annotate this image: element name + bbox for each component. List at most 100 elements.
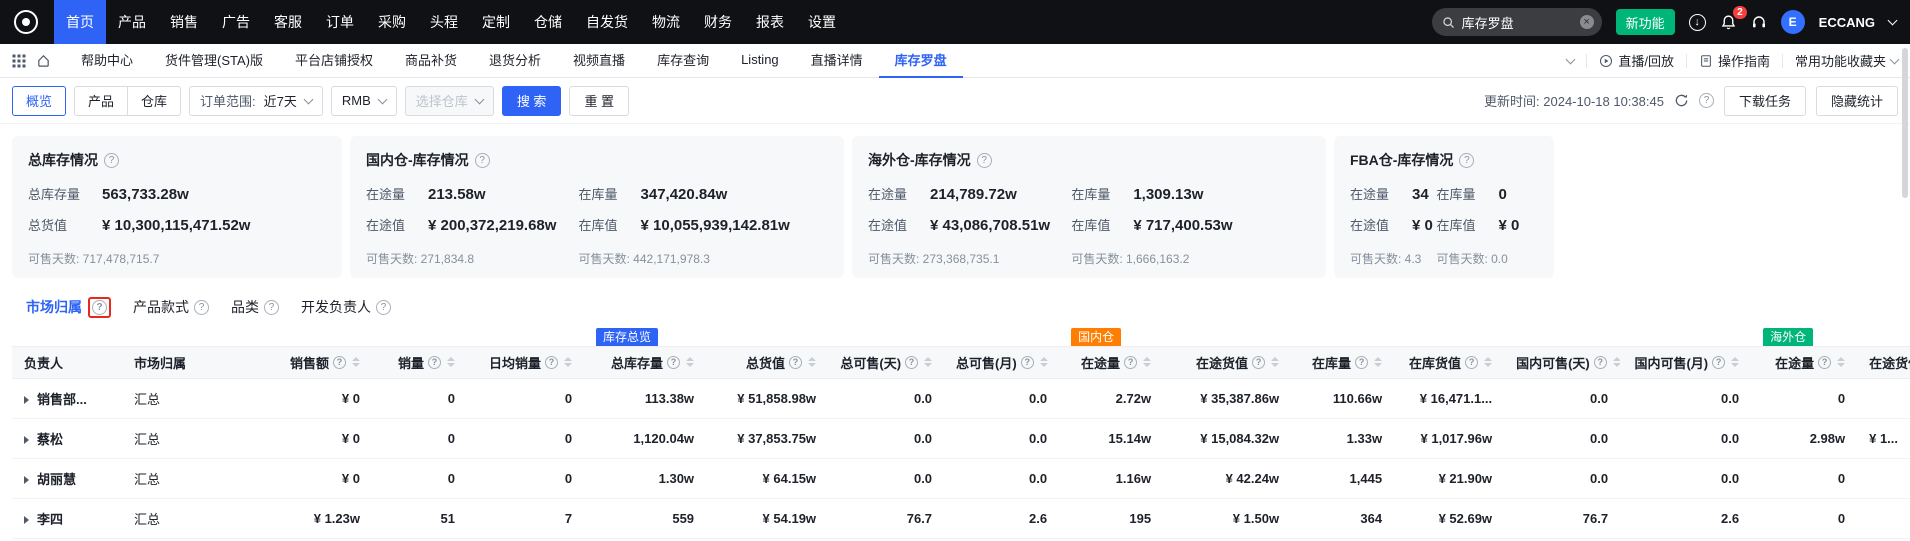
column-header[interactable]: 总库存量? <box>584 346 706 378</box>
sort-icons[interactable] <box>1613 357 1620 367</box>
sort-icons[interactable] <box>1374 357 1382 367</box>
workspace-tab[interactable]: 平台店铺授权 <box>279 44 389 78</box>
sort-icons[interactable] <box>352 357 360 367</box>
help-icon[interactable]: ? <box>1021 356 1034 369</box>
column-header[interactable]: 销售额? <box>252 346 372 378</box>
sort-asc-icon[interactable] <box>686 357 694 361</box>
help-icon[interactable]: ? <box>475 153 490 168</box>
help-icon[interactable]: ? <box>104 153 119 168</box>
sort-icons[interactable] <box>447 357 455 367</box>
nav-item[interactable]: 销售 <box>158 0 210 44</box>
expand-row-icon[interactable] <box>24 476 29 484</box>
column-header[interactable]: 市场归属 <box>122 346 252 378</box>
nav-item[interactable]: 物流 <box>640 0 692 44</box>
workspace-tab[interactable]: 退货分析 <box>473 44 557 78</box>
sort-desc-icon[interactable] <box>1484 363 1492 367</box>
collapse-tabs-icon[interactable] <box>1566 54 1576 64</box>
hide-stats-button[interactable]: 隐藏统计 <box>1816 86 1898 116</box>
nav-item[interactable]: 定制 <box>470 0 522 44</box>
help-icon[interactable]: ? <box>1465 356 1478 369</box>
column-header[interactable]: 在途量? <box>1751 346 1857 378</box>
search-button[interactable]: 搜 索 <box>502 86 562 116</box>
dimension-tab[interactable]: 市场归属? <box>26 297 111 318</box>
sort-asc-icon[interactable] <box>1837 357 1845 361</box>
column-header[interactable]: 在途量? <box>1059 346 1163 378</box>
sort-icons[interactable] <box>1731 357 1739 367</box>
currency-select[interactable]: RMB <box>331 86 397 116</box>
help-icon[interactable]: ? <box>1355 356 1368 369</box>
expand-row-icon[interactable] <box>24 396 29 404</box>
sort-icons[interactable] <box>1837 357 1845 367</box>
sort-asc-icon[interactable] <box>1613 357 1620 361</box>
help-icon[interactable]: ? <box>789 356 802 369</box>
user-avatar[interactable]: E <box>1781 10 1805 34</box>
sort-asc-icon[interactable] <box>447 357 455 361</box>
help-icon[interactable]: ? <box>1818 356 1831 369</box>
help-icon[interactable]: ? <box>376 300 391 315</box>
help-icon[interactable]: ? <box>1699 93 1714 108</box>
column-header[interactable]: 国内可售(天)? <box>1504 346 1620 378</box>
sort-icons[interactable] <box>564 357 572 367</box>
nav-item[interactable]: 产品 <box>106 0 158 44</box>
column-header[interactable]: 负责人 <box>12 346 122 378</box>
sort-desc-icon[interactable] <box>808 363 816 367</box>
help-icon[interactable]: ? <box>545 356 558 369</box>
sort-desc-icon[interactable] <box>1837 363 1845 367</box>
sort-asc-icon[interactable] <box>1271 357 1279 361</box>
view-button[interactable]: 概览 <box>12 86 66 116</box>
workspace-tab[interactable]: 商品补货 <box>389 44 473 78</box>
workspace-tab[interactable]: 货件管理(STA)版 <box>149 44 279 78</box>
nav-item[interactable]: 仓储 <box>522 0 574 44</box>
sort-icons[interactable] <box>1271 357 1279 367</box>
workspace-tab[interactable]: 直播详情 <box>795 44 879 78</box>
order-range-select[interactable]: 订单范围: 近7天 <box>189 86 323 116</box>
live-replay-link[interactable]: 直播/回放 <box>1599 51 1674 70</box>
sort-icons[interactable] <box>686 357 694 367</box>
refresh-icon[interactable] <box>1674 93 1689 108</box>
sort-desc-icon[interactable] <box>564 363 572 367</box>
new-feature-button[interactable]: 新功能 <box>1616 9 1675 35</box>
sort-icons[interactable] <box>1143 357 1151 367</box>
help-icon[interactable]: ? <box>333 356 346 369</box>
nav-item[interactable]: 头程 <box>418 0 470 44</box>
workspace-tab[interactable]: 帮助中心 <box>65 44 149 78</box>
sort-desc-icon[interactable] <box>1374 363 1382 367</box>
view-button[interactable]: 产品 <box>74 86 128 116</box>
sort-desc-icon[interactable] <box>1143 363 1151 367</box>
nav-item[interactable]: 设置 <box>796 0 848 44</box>
clear-search-icon[interactable]: × <box>1580 15 1594 29</box>
download-tasks-button[interactable]: 下载任务 <box>1724 86 1806 116</box>
sort-desc-icon[interactable] <box>686 363 694 367</box>
sort-icons[interactable] <box>924 357 932 367</box>
operation-guide-link[interactable]: 操作指南 <box>1699 51 1770 70</box>
column-header[interactable]: 总可售(天)? <box>828 346 944 378</box>
sort-asc-icon[interactable] <box>1484 357 1492 361</box>
sort-icons[interactable] <box>1484 357 1492 367</box>
column-header[interactable]: 总货值? <box>706 346 828 378</box>
sort-desc-icon[interactable] <box>1731 363 1739 367</box>
sort-desc-icon[interactable] <box>352 363 360 367</box>
sort-asc-icon[interactable] <box>808 357 816 361</box>
sort-desc-icon[interactable] <box>1040 363 1048 367</box>
nav-item[interactable]: 采购 <box>366 0 418 44</box>
help-icon[interactable]: ? <box>667 356 680 369</box>
nav-item[interactable]: 报表 <box>744 0 796 44</box>
nav-item[interactable]: 广告 <box>210 0 262 44</box>
help-icon[interactable]: ? <box>977 153 992 168</box>
column-header[interactable]: 国内可售(月)? <box>1620 346 1751 378</box>
table-row[interactable]: 胡丽慧汇总¥ 0001.30w¥ 64.15w0.00.01.16w¥ 42.2… <box>12 458 1910 498</box>
home-icon[interactable] <box>36 53 51 68</box>
help-icon[interactable]: ? <box>1459 153 1474 168</box>
warehouse-select[interactable]: 选择仓库 <box>405 86 494 116</box>
sort-icons[interactable] <box>1040 357 1048 367</box>
view-button[interactable]: 仓库 <box>127 86 181 116</box>
scrollbar-thumb[interactable] <box>1902 48 1908 198</box>
sort-asc-icon[interactable] <box>564 357 572 361</box>
table-row[interactable]: 李四汇总¥ 1.23w517559¥ 54.19w76.72.6195¥ 1.5… <box>12 498 1910 538</box>
sort-desc-icon[interactable] <box>924 363 932 367</box>
expand-row-icon[interactable] <box>24 436 29 444</box>
sort-desc-icon[interactable] <box>447 363 455 367</box>
apps-grid-icon[interactable] <box>12 54 26 68</box>
global-search-input[interactable]: 库存罗盘 × <box>1432 8 1602 36</box>
download-center-icon[interactable]: ↓ <box>1689 14 1706 31</box>
